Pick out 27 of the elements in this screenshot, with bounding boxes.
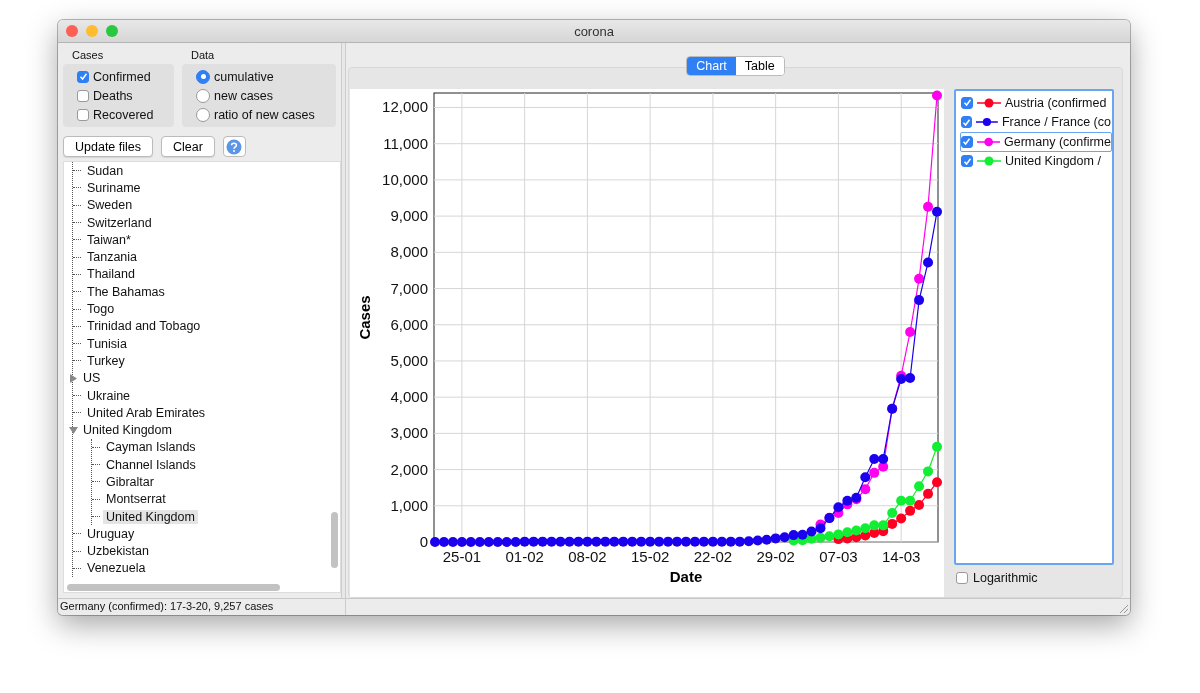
y-axis-title: Cases <box>356 295 373 340</box>
x-tick-label: 07-03 <box>819 548 858 565</box>
x-tick-label: 29-02 <box>756 548 795 565</box>
x-tick-label: 14-03 <box>881 548 921 565</box>
x-tick-label: 22-02 <box>693 548 733 565</box>
y-tick-label: 5,000 <box>390 351 428 369</box>
x-tick-label: 01-02 <box>505 548 544 565</box>
y-tick-label: 4,000 <box>390 388 428 406</box>
y-tick-label: 9,000 <box>390 207 428 225</box>
y-tick-label: 8,000 <box>390 243 428 261</box>
y-tick-label: 11,000 <box>383 134 428 152</box>
x-tick-label: 15-02 <box>630 548 670 565</box>
y-tick-label: 7,000 <box>390 279 428 297</box>
y-tick-label: 1,000 <box>390 496 428 514</box>
y-tick-label: 0 <box>419 533 428 550</box>
x-axis-title: Date <box>669 568 703 585</box>
group-title: Cases <box>71 49 105 61</box>
x-tick-label: 25-01 <box>442 548 482 565</box>
y-tick-label: 6,000 <box>390 315 428 333</box>
y-tick-label: 12,000 <box>382 98 428 116</box>
x-tick-label: 08-02 <box>568 548 607 565</box>
y-tick-label: 3,000 <box>390 424 428 442</box>
y-tick-label: 10,000 <box>382 170 428 188</box>
status-text: Germany (confirmed): 17-3-20, 9,257 cases <box>58 599 346 615</box>
y-tick-label: 2,000 <box>390 460 428 478</box>
window-title: corona <box>574 23 614 39</box>
group-title: Data <box>190 49 216 61</box>
